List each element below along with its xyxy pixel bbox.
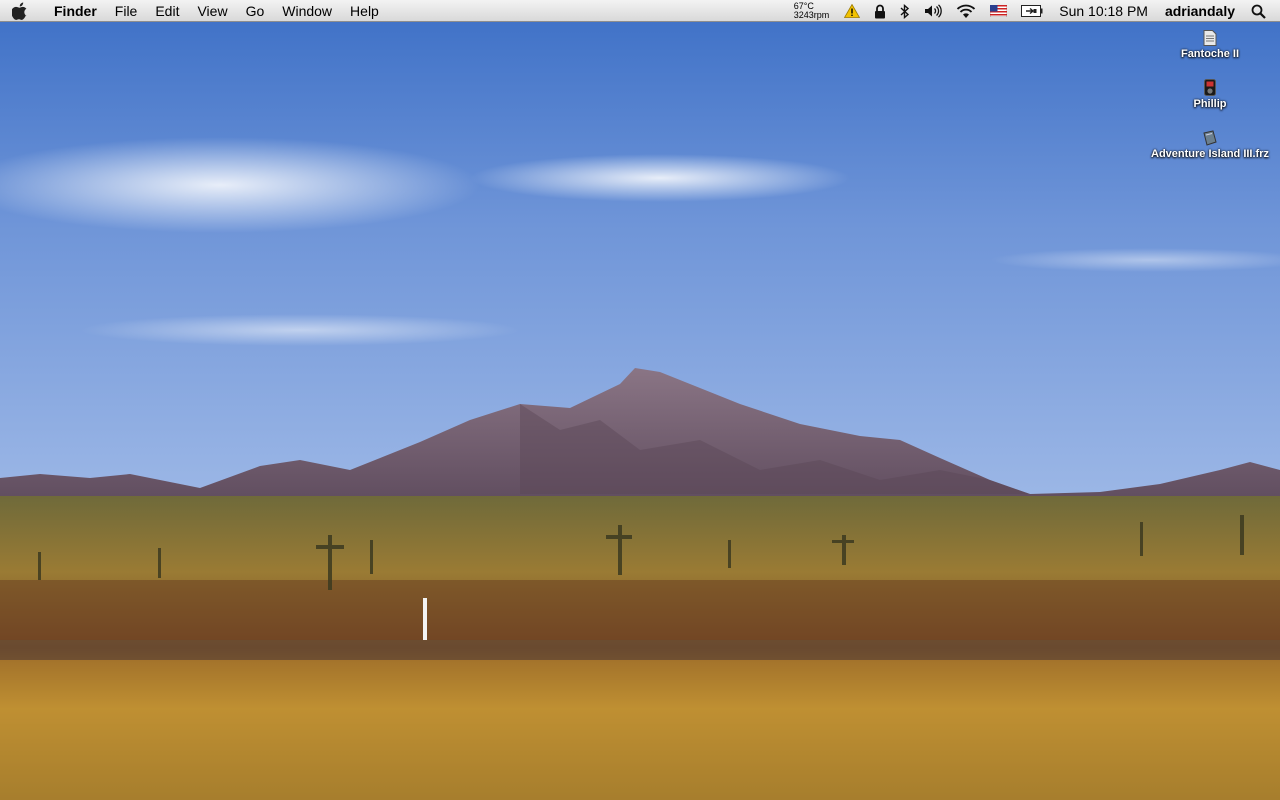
desktop-item-label: Phillip — [1193, 98, 1227, 110]
menu-extras: 67°C 3243rpm Sun 10:18 PM adriandaly — [790, 0, 1280, 22]
freeze-file-icon — [1140, 128, 1280, 146]
warning-icon[interactable] — [837, 0, 867, 22]
menu-bar: Finder File Edit View Go Window Help 67°… — [0, 0, 1280, 22]
fast-user-switching[interactable]: adriandaly — [1157, 0, 1247, 22]
ipod-icon — [1140, 78, 1280, 96]
clock[interactable]: Sun 10:18 PM — [1050, 0, 1157, 22]
battery-icon[interactable] — [1014, 0, 1050, 22]
spotlight-icon[interactable] — [1247, 0, 1280, 22]
menu-edit[interactable]: Edit — [146, 0, 188, 22]
menu-view[interactable]: View — [188, 0, 236, 22]
menu-app-finder[interactable]: Finder — [40, 0, 106, 22]
desktop-item-label: Fantoche II — [1180, 48, 1240, 60]
menu-bar-left: Finder File Edit View Go Window Help — [0, 0, 388, 22]
desktop-item-adventure-island[interactable]: Adventure Island III.frz — [1140, 128, 1280, 160]
menu-help[interactable]: Help — [341, 0, 388, 22]
us-flag-input-icon[interactable] — [983, 0, 1014, 22]
bluetooth-icon[interactable] — [893, 0, 917, 22]
apple-menu-icon[interactable] — [0, 0, 40, 22]
document-icon — [1140, 28, 1280, 46]
volume-icon[interactable] — [917, 0, 949, 22]
menu-file[interactable]: File — [106, 0, 147, 22]
lock-icon[interactable] — [867, 0, 893, 22]
menu-go[interactable]: Go — [237, 0, 274, 22]
wifi-icon[interactable] — [949, 0, 983, 22]
menu-window[interactable]: Window — [273, 0, 341, 22]
desktop-item-label: Adventure Island III.frz — [1151, 148, 1269, 160]
temperature-monitor[interactable]: 67°C 3243rpm — [790, 0, 838, 22]
desktop-item-phillip[interactable]: Phillip — [1140, 78, 1280, 110]
desktop-wallpaper — [0, 0, 1280, 800]
desktop-item-fantoche[interactable]: Fantoche II — [1140, 28, 1280, 60]
fan-speed-reading: 3243rpm — [793, 10, 830, 20]
